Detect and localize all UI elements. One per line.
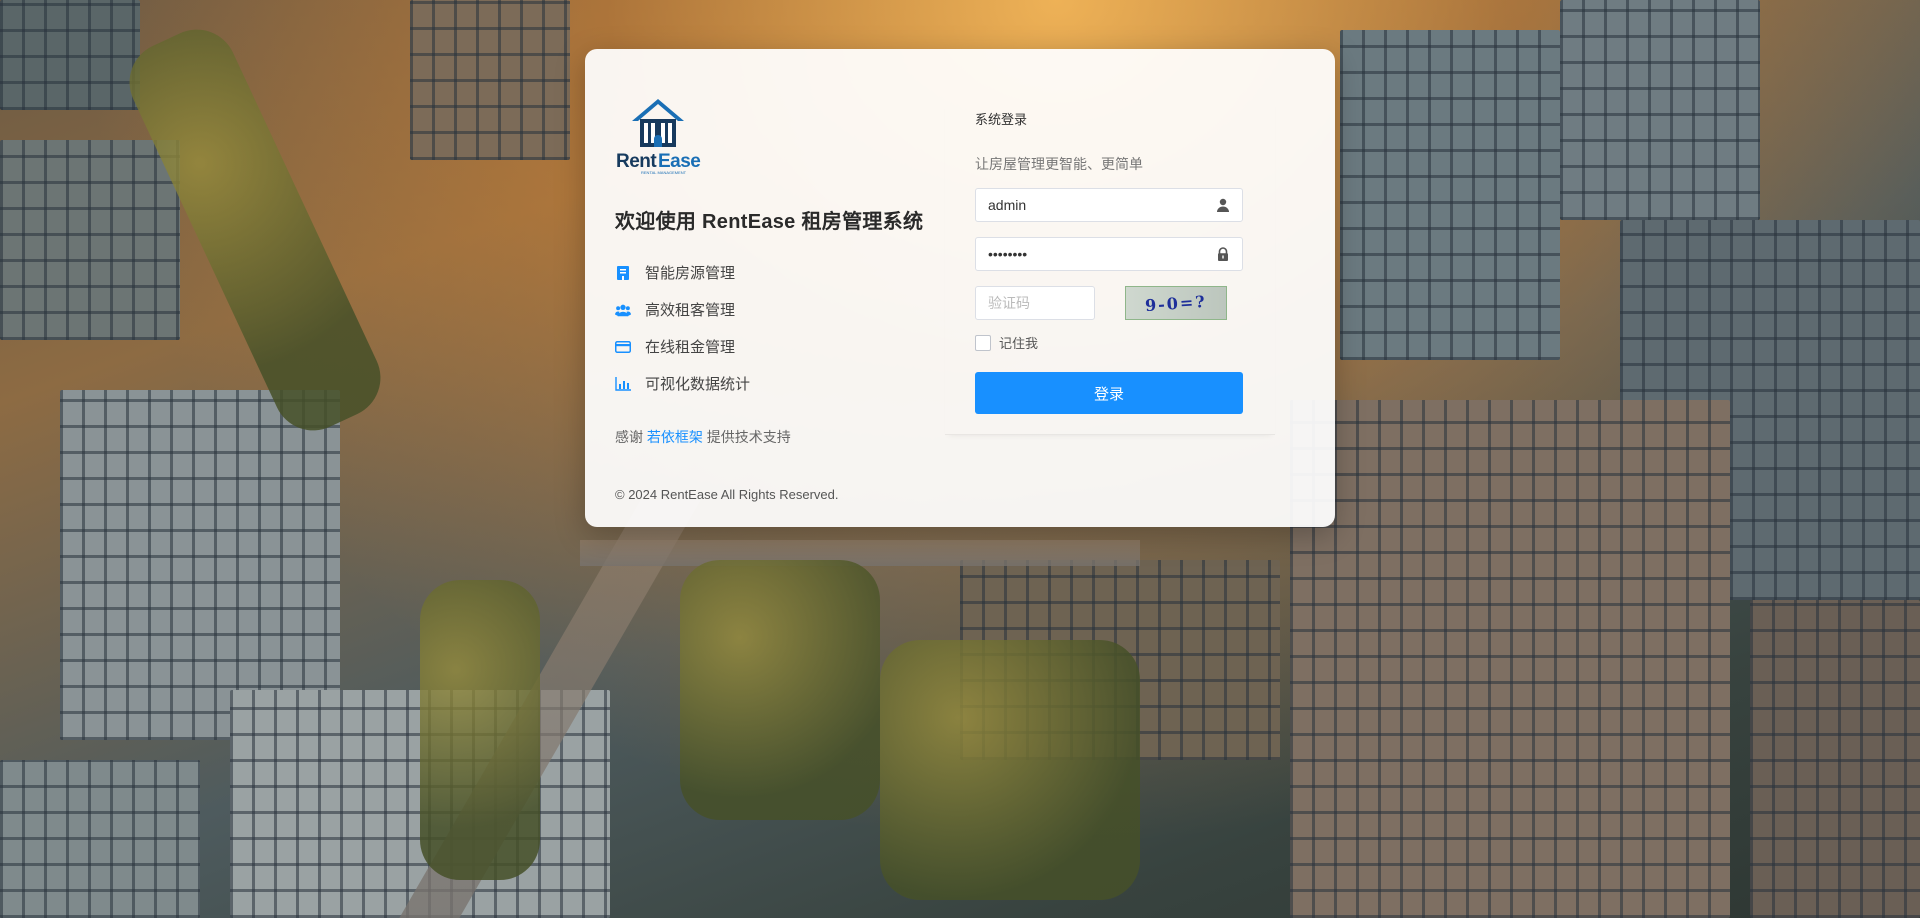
form-title: 系统登录 [975, 112, 1028, 127]
ruoyi-framework-link[interactable]: 若依框架 [647, 429, 703, 445]
captcha-image[interactable]: 9-0=? [1125, 286, 1227, 320]
feature-item: 智能房源管理 [615, 254, 945, 291]
remember-label: 记住我 [999, 336, 1039, 351]
intro-section: Rent Ease RENTAL MANAGEMENT 欢迎使用 RentEas… [615, 99, 945, 502]
thanks-prefix: 感谢 [615, 429, 643, 445]
thanks-line: 感谢 若依框架 提供技术支持 [615, 427, 945, 447]
feature-item: 可视化数据统计 [615, 365, 945, 402]
captcha-field-wrapper [975, 286, 1096, 320]
building-icon [615, 265, 631, 281]
credit-card-icon [615, 339, 631, 355]
feature-label: 可视化数据统计 [645, 376, 751, 393]
bar-chart-icon [615, 376, 631, 392]
welcome-heading: 欢迎使用 RentEase 租房管理系统 [615, 211, 924, 233]
feature-list: 智能房源管理 高效租客管理 在线租金管理 可视化数据统计 [615, 254, 945, 402]
form-subtitle: 让房屋管理更智能、更简单 [975, 156, 1143, 172]
captcha-input[interactable] [976, 287, 1096, 319]
user-icon [1216, 198, 1230, 212]
feature-label: 在线租金管理 [645, 339, 736, 356]
svg-text:RENTAL MANAGEMENT: RENTAL MANAGEMENT [641, 170, 687, 175]
feature-item: 在线租金管理 [615, 328, 945, 365]
thanks-suffix: 提供技术支持 [706, 429, 791, 445]
username-field-wrapper [975, 188, 1243, 222]
login-panel: Rent Ease RENTAL MANAGEMENT 欢迎使用 RentEas… [585, 49, 1335, 527]
login-button[interactable]: 登录 [975, 372, 1243, 414]
svg-text:Rent: Rent [616, 151, 657, 172]
feature-item: 高效租客管理 [615, 291, 945, 328]
feature-label: 智能房源管理 [645, 265, 736, 282]
svg-text:Ease: Ease [658, 151, 700, 172]
house-building-icon: Rent Ease RENTAL MANAGEMENT [615, 99, 701, 175]
password-input[interactable] [976, 238, 1220, 270]
remember-me[interactable]: 记住我 [975, 333, 1245, 352]
lock-icon [1216, 247, 1230, 261]
users-icon [615, 302, 631, 318]
remember-checkbox[interactable] [975, 334, 991, 351]
copyright-text: © 2024 RentEase All Rights Reserved. [615, 487, 839, 502]
login-form: 系统登录 让房屋管理更智能、更简单 9-0=? [945, 99, 1275, 435]
captcha-row: 9-0=? [975, 286, 1245, 320]
login-form-section: 系统登录 让房屋管理更智能、更简单 9-0=? [945, 99, 1305, 435]
username-input[interactable] [976, 189, 1220, 221]
feature-label: 高效租客管理 [645, 302, 736, 319]
captcha-image-text: 9-0=? [1144, 291, 1208, 315]
password-field-wrapper [975, 237, 1243, 271]
